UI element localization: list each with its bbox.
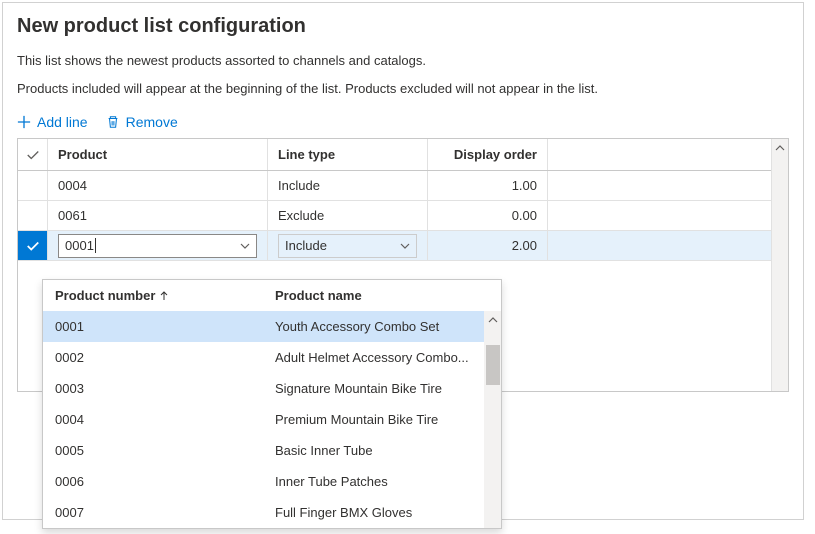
linetype-column-header[interactable]: Line type xyxy=(268,139,428,170)
linetype-cell[interactable]: Include xyxy=(268,171,428,200)
dropdown-option[interactable]: 0007Full Finger BMX Gloves xyxy=(43,497,501,528)
option-number: 0007 xyxy=(55,505,275,520)
option-number: 0004 xyxy=(55,412,275,427)
dropdown-name-header[interactable]: Product name xyxy=(275,288,489,303)
check-icon xyxy=(26,239,40,253)
dropdown-header: Product number Product name xyxy=(43,280,501,311)
row-checkbox[interactable] xyxy=(18,171,48,200)
product-cell[interactable]: 0004 xyxy=(48,171,268,200)
dropdown-option[interactable]: 0001Youth Accessory Combo Set xyxy=(43,311,501,342)
order-cell[interactable]: 2.00 xyxy=(428,231,548,260)
option-name: Premium Mountain Bike Tire xyxy=(275,412,489,427)
text-caret xyxy=(95,238,96,253)
grid-body: 0004Include1.000061Exclude0.000001Includ… xyxy=(18,171,788,261)
option-number: 0002 xyxy=(55,350,275,365)
chevron-down-icon[interactable] xyxy=(400,241,410,251)
scroll-up-button[interactable] xyxy=(772,139,789,156)
linetype-cell[interactable]: Exclude xyxy=(268,201,428,230)
chevron-up-icon xyxy=(775,143,785,153)
grid-scrollbar[interactable] xyxy=(771,139,788,391)
option-name: Full Finger BMX Gloves xyxy=(275,505,489,520)
linetype-cell[interactable]: Include xyxy=(268,231,428,260)
select-all-header[interactable] xyxy=(18,139,48,170)
check-icon xyxy=(26,148,40,162)
description-2: Products included will appear at the beg… xyxy=(17,80,789,98)
option-number: 0001 xyxy=(55,319,275,334)
order-cell[interactable]: 0.00 xyxy=(428,201,548,230)
option-name: Youth Accessory Combo Set xyxy=(275,319,489,334)
dropdown-scrollbar[interactable] xyxy=(484,311,501,528)
option-number: 0005 xyxy=(55,443,275,458)
product-cell[interactable]: 0061 xyxy=(48,201,268,230)
add-line-button[interactable]: Add line xyxy=(17,114,88,130)
chevron-up-icon xyxy=(488,315,498,325)
dropdown-scroll-up[interactable] xyxy=(484,311,501,328)
trash-icon xyxy=(106,115,120,129)
remove-label: Remove xyxy=(126,114,178,130)
option-name: Adult Helmet Accessory Combo... xyxy=(275,350,489,365)
dropdown-option[interactable]: 0006Inner Tube Patches xyxy=(43,466,501,497)
dropdown-number-label: Product number xyxy=(55,288,155,303)
dropdown-option[interactable]: 0003Signature Mountain Bike Tire xyxy=(43,373,501,404)
plus-icon xyxy=(17,115,31,129)
dropdown-option[interactable]: 0002Adult Helmet Accessory Combo... xyxy=(43,342,501,373)
order-cell[interactable]: 1.00 xyxy=(428,171,548,200)
product-value: 0001 xyxy=(65,238,94,253)
page-title: New product list configuration xyxy=(17,15,789,38)
option-number: 0006 xyxy=(55,474,275,489)
order-column-header[interactable]: Display order xyxy=(428,139,548,170)
table-row[interactable]: 0004Include1.00 xyxy=(18,171,788,201)
row-checkbox[interactable] xyxy=(18,201,48,230)
dropdown-number-header[interactable]: Product number xyxy=(55,288,275,303)
option-name: Basic Inner Tube xyxy=(275,443,489,458)
row-checkbox[interactable] xyxy=(18,231,48,260)
description-1: This list shows the newest products asso… xyxy=(17,52,789,70)
dropdown-option[interactable]: 0004Premium Mountain Bike Tire xyxy=(43,404,501,435)
toolbar: Add line Remove xyxy=(17,114,789,130)
dropdown-body: 0001Youth Accessory Combo Set0002Adult H… xyxy=(43,311,501,528)
product-input[interactable]: 0001 xyxy=(58,234,257,258)
remove-button[interactable]: Remove xyxy=(106,114,178,130)
product-cell[interactable]: 0001 xyxy=(48,231,268,260)
table-row[interactable]: 0001 Include 2.00 xyxy=(18,231,788,261)
chevron-down-icon[interactable] xyxy=(240,241,250,251)
option-name: Signature Mountain Bike Tire xyxy=(275,381,489,396)
option-name: Inner Tube Patches xyxy=(275,474,489,489)
option-number: 0003 xyxy=(55,381,275,396)
sort-ascending-icon xyxy=(159,291,169,301)
linetype-select[interactable]: Include xyxy=(278,234,417,258)
product-lookup-dropdown: Product number Product name 0001Youth Ac… xyxy=(42,279,502,529)
scrollbar-thumb[interactable] xyxy=(486,345,500,385)
linetype-value: Include xyxy=(285,238,327,253)
dropdown-option[interactable]: 0005Basic Inner Tube xyxy=(43,435,501,466)
product-column-header[interactable]: Product xyxy=(48,139,268,170)
table-row[interactable]: 0061Exclude0.00 xyxy=(18,201,788,231)
grid-header: Product Line type Display order xyxy=(18,139,788,171)
add-line-label: Add line xyxy=(37,114,88,130)
